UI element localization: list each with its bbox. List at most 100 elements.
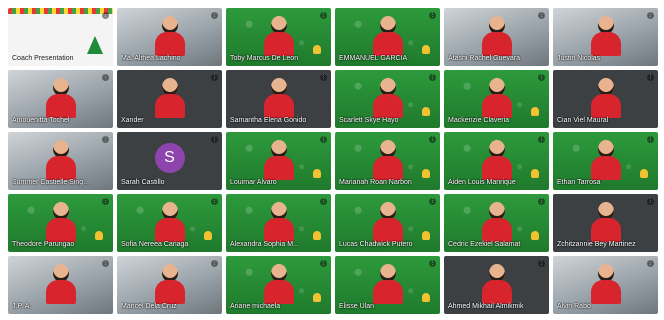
tile-options-icon[interactable]: ⋮ bbox=[538, 136, 545, 143]
participant-name: Ariane michaela bbox=[230, 303, 281, 310]
tile-options-icon[interactable]: ⋮ bbox=[320, 198, 327, 205]
tile-options-icon[interactable]: ⋮ bbox=[320, 136, 327, 143]
tile-options-icon[interactable]: ⋮ bbox=[647, 136, 654, 143]
tile-options-icon[interactable]: ⋮ bbox=[429, 12, 436, 19]
participant-tile[interactable]: ★⋮Ethan Tarrosa bbox=[553, 132, 658, 190]
tile-options-icon[interactable]: ⋮ bbox=[429, 136, 436, 143]
participant-tile[interactable]: ⋮ Amouenitta Tochel bbox=[8, 70, 113, 128]
tile-options-icon[interactable]: ⋮ bbox=[102, 136, 109, 143]
participant-name: Aiden Louis Manrique bbox=[448, 179, 516, 186]
bell-icon bbox=[422, 231, 430, 240]
participant-tile[interactable]: ⋮ Samantha Elena Gonido bbox=[226, 70, 331, 128]
participant-name: Ahmed Mikhail Almikmik bbox=[448, 303, 524, 310]
participant-video bbox=[480, 264, 514, 304]
participant-tile[interactable]: ★⋮Theodore Parungao bbox=[8, 194, 113, 252]
participant-tile[interactable]: ⋮ Zchitzannie Bey Martinez bbox=[553, 194, 658, 252]
bell-icon bbox=[313, 169, 321, 178]
participant-video bbox=[44, 140, 78, 180]
participant-name: Coach Presentation bbox=[12, 55, 74, 62]
tile-options-icon[interactable]: ⋮ bbox=[429, 260, 436, 267]
participant-video bbox=[371, 264, 405, 304]
tile-options-icon[interactable]: ⋮ bbox=[320, 260, 327, 267]
participant-name: Cedric Ezekiel Salamat bbox=[448, 241, 521, 248]
participant-name: Atashi Rachel Guevara bbox=[448, 55, 520, 62]
participant-tile[interactable]: ★⋮Aiden Louis Manrique bbox=[444, 132, 549, 190]
bell-icon bbox=[422, 45, 430, 54]
bell-icon bbox=[95, 231, 103, 240]
tile-options-icon[interactable]: ⋮ bbox=[647, 198, 654, 205]
participant-video bbox=[153, 264, 187, 304]
avatar: S bbox=[154, 143, 185, 173]
tile-options-icon[interactable]: ⋮ bbox=[538, 260, 545, 267]
participant-tile[interactable]: ★⋮Scarlett Skye Hayo bbox=[335, 70, 440, 128]
participant-video bbox=[262, 264, 296, 304]
participant-name: EMMANUEL GARCIA bbox=[339, 55, 408, 62]
participant-tile[interactable]: ⋮ Atashi Rachel Guevara bbox=[444, 8, 549, 66]
participant-video bbox=[44, 264, 78, 304]
participant-tile[interactable]: ★⋮Ariane michaela bbox=[226, 256, 331, 314]
participant-tile[interactable]: ⋮ J.P. A. bbox=[8, 256, 113, 314]
participant-tile[interactable]: ⋮ Xander bbox=[117, 70, 222, 128]
participant-tile[interactable]: ★⋮Cedric Ezekiel Salamat bbox=[444, 194, 549, 252]
participant-tile[interactable]: ⋮ Maricel Dela Cruz bbox=[117, 256, 222, 314]
participant-name: Alvin Rabo bbox=[557, 303, 591, 310]
participant-video bbox=[371, 78, 405, 118]
tile-options-icon[interactable]: ⋮ bbox=[538, 74, 545, 81]
participant-tile[interactable]: ★⋮Mackenzie Claveria bbox=[444, 70, 549, 128]
bell-icon bbox=[531, 107, 539, 116]
participant-tile[interactable]: ⋮ Coach Presentation bbox=[8, 8, 113, 66]
participant-tile[interactable]: ⋮ Alvin Rabo bbox=[553, 256, 658, 314]
tile-options-icon[interactable]: ⋮ bbox=[320, 74, 327, 81]
participant-tile[interactable]: ⋮ Cian Viel Maural bbox=[553, 70, 658, 128]
tile-options-icon[interactable]: ⋮ bbox=[102, 12, 109, 19]
tile-options-icon[interactable]: ⋮ bbox=[211, 136, 218, 143]
participant-tile[interactable]: ★⋮Toby Marcus De Leon bbox=[226, 8, 331, 66]
tile-options-icon[interactable]: ⋮ bbox=[102, 260, 109, 267]
tile-options-icon[interactable]: ⋮ bbox=[211, 260, 218, 267]
participant-name: Maricel Dela Cruz bbox=[121, 303, 177, 310]
participant-name: Sofia Nereea Cariaga bbox=[121, 241, 189, 248]
participant-video bbox=[589, 78, 623, 118]
tile-options-icon[interactable]: ⋮ bbox=[102, 198, 109, 205]
participant-tile[interactable]: ⋮ Summer Castielle Sing... bbox=[8, 132, 113, 190]
bell-icon bbox=[531, 169, 539, 178]
tile-options-icon[interactable]: ⋮ bbox=[102, 74, 109, 81]
bell-icon bbox=[204, 231, 212, 240]
tile-options-icon[interactable]: ⋮ bbox=[320, 12, 327, 19]
tile-options-icon[interactable]: ⋮ bbox=[429, 74, 436, 81]
participant-tile[interactable]: ★⋮Alexandra Sophia M... bbox=[226, 194, 331, 252]
tile-options-icon[interactable]: ⋮ bbox=[538, 12, 545, 19]
tile-options-icon[interactable]: ⋮ bbox=[429, 198, 436, 205]
participant-tile[interactable]: ★⋮Louimar Alvaro bbox=[226, 132, 331, 190]
participant-video bbox=[44, 78, 78, 118]
tile-options-icon[interactable]: ⋮ bbox=[211, 74, 218, 81]
tile-options-icon[interactable]: ⋮ bbox=[647, 12, 654, 19]
participant-tile[interactable]: ⋮ Justin Nicolas bbox=[553, 8, 658, 66]
participant-video bbox=[589, 264, 623, 304]
participant-video bbox=[480, 78, 514, 118]
participant-tile[interactable]: ⋮ Ahmed Mikhail Almikmik bbox=[444, 256, 549, 314]
participant-tile[interactable]: ⋮ Ma. Althea Lachino bbox=[117, 8, 222, 66]
tile-options-icon[interactable]: ⋮ bbox=[647, 260, 654, 267]
participant-tile[interactable]: ★⋮Elisse Ulan bbox=[335, 256, 440, 314]
participant-video bbox=[480, 202, 514, 242]
participant-name: Samantha Elena Gonido bbox=[230, 117, 307, 124]
bell-icon bbox=[313, 293, 321, 302]
tile-options-icon[interactable]: ⋮ bbox=[211, 198, 218, 205]
participant-tile[interactable]: S ⋮ Sarah Castillo bbox=[117, 132, 222, 190]
participant-name: Cian Viel Maural bbox=[557, 117, 609, 124]
bell-icon bbox=[422, 107, 430, 116]
participant-tile[interactable]: ★⋮Marianah Roan Narbon bbox=[335, 132, 440, 190]
participant-name: Toby Marcus De Leon bbox=[230, 55, 299, 62]
participant-tile[interactable]: ★⋮Sofia Nereea Cariaga bbox=[117, 194, 222, 252]
tile-options-icon[interactable]: ⋮ bbox=[647, 74, 654, 81]
participant-name: J.P. A. bbox=[12, 303, 32, 310]
bell-icon bbox=[422, 293, 430, 302]
participant-tile[interactable]: ★⋮EMMANUEL GARCIA bbox=[335, 8, 440, 66]
participant-name: Summer Castielle Sing... bbox=[12, 179, 90, 186]
participant-tile[interactable]: ★⋮Lucas Chadwick Putero bbox=[335, 194, 440, 252]
participant-name: Lucas Chadwick Putero bbox=[339, 241, 413, 248]
participant-video bbox=[371, 16, 405, 56]
tile-options-icon[interactable]: ⋮ bbox=[211, 12, 218, 19]
tile-options-icon[interactable]: ⋮ bbox=[538, 198, 545, 205]
